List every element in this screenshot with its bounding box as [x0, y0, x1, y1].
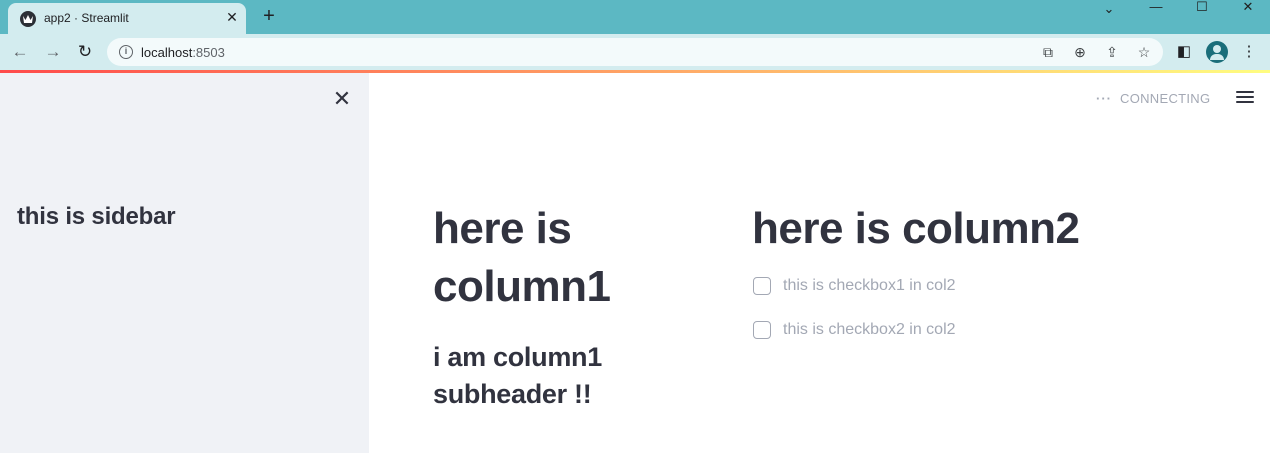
streamlit-favicon-icon	[20, 11, 36, 27]
col1-header-line1: here is	[433, 204, 572, 253]
more-menu-icon[interactable]: ⋮	[1239, 42, 1259, 62]
browser-toolbar: ← → ↻ i localhost:8503 ⧉ ⊕ ⇪ ☆ ◧ ⋮	[0, 34, 1270, 70]
checkbox2-box[interactable]	[753, 321, 771, 339]
url-text: localhost:8503	[141, 45, 225, 60]
browser-tab-bar: app2 · Streamlit ✕ + ⌄ — ☐ ✕	[0, 0, 1270, 34]
connection-status: ··· CONNECTING	[1096, 91, 1210, 106]
translate-icon[interactable]: ⧉	[1040, 44, 1056, 60]
reload-icon[interactable]: ↻	[74, 41, 96, 63]
bookmark-star-icon[interactable]: ☆	[1136, 44, 1152, 60]
address-bar[interactable]: i localhost:8503 ⧉ ⊕ ⇪ ☆	[107, 38, 1163, 66]
side-panel-icon[interactable]: ◧	[1174, 42, 1194, 62]
status-text: CONNECTING	[1120, 91, 1211, 106]
forward-arrow-icon[interactable]: →	[42, 41, 64, 63]
col1-header-line2: column1	[433, 262, 611, 311]
tab-close-icon[interactable]: ✕	[224, 9, 240, 25]
site-info-icon[interactable]: i	[119, 45, 133, 59]
checkbox1-label[interactable]: this is checkbox1 in col2	[783, 277, 956, 295]
checkbox2-label[interactable]: this is checkbox2 in col2	[783, 321, 956, 339]
sidebar-heading: this is sidebar	[17, 203, 176, 230]
close-icon[interactable]: ✕	[332, 88, 352, 110]
window-close-button[interactable]: ✕	[1225, 0, 1270, 14]
col1-subheader-line1: i am column1	[433, 342, 602, 372]
new-tab-button[interactable]: +	[258, 5, 280, 27]
status-dots-icon: ···	[1096, 91, 1112, 106]
share-icon[interactable]: ⇪	[1104, 44, 1120, 60]
zoom-icon[interactable]: ⊕	[1072, 44, 1088, 60]
tab-title: app2 · Streamlit	[44, 11, 129, 25]
col2-header: here is column2	[752, 204, 1080, 253]
browser-tab[interactable]: app2 · Streamlit ✕	[8, 3, 246, 34]
profile-avatar-icon[interactable]	[1206, 41, 1228, 63]
url-host: localhost	[141, 45, 193, 60]
main-content: ··· CONNECTING here is column1 i am colum…	[369, 73, 1270, 453]
maximize-button[interactable]: ☐	[1179, 0, 1225, 14]
col1-subheader-line2: subheader !!	[433, 379, 592, 409]
sidebar: ✕ this is sidebar	[0, 73, 369, 453]
back-arrow-icon[interactable]: ←	[9, 41, 31, 63]
tab-search-icon[interactable]: ⌄	[1086, 2, 1132, 16]
hamburger-menu-icon[interactable]	[1236, 91, 1254, 105]
minimize-button[interactable]: —	[1133, 0, 1179, 14]
url-port: :8503	[192, 45, 225, 60]
checkbox1-box[interactable]	[753, 277, 771, 295]
